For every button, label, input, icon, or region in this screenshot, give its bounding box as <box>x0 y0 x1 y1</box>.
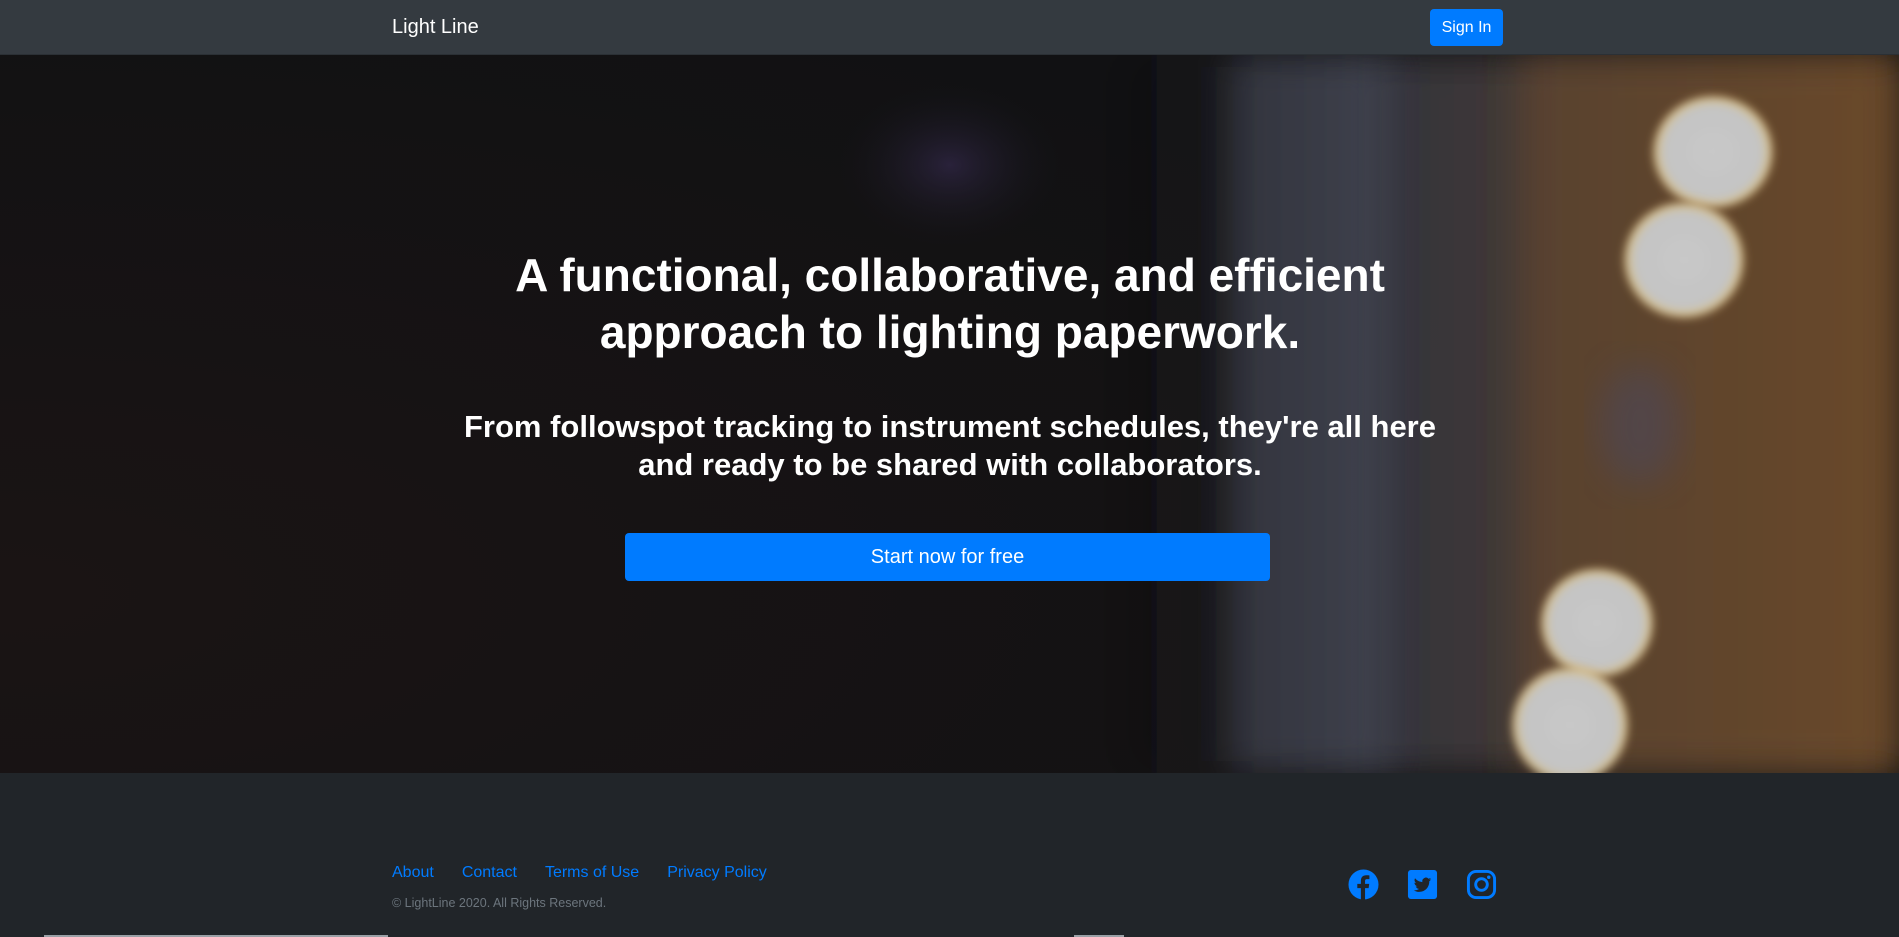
footer-link-about[interactable]: About <box>392 863 434 883</box>
hero-section: A functional, collaborative, and efficie… <box>0 55 1899 773</box>
facebook-icon <box>1348 869 1379 900</box>
twitter-icon <box>1407 869 1438 900</box>
footer-link-privacy[interactable]: Privacy Policy <box>667 863 767 883</box>
sign-in-button[interactable]: Sign In <box>1430 9 1503 46</box>
hero-title: A functional, collaborative, and efficie… <box>515 249 1385 358</box>
facebook-link[interactable] <box>1348 869 1379 900</box>
footer: About Contact Terms of Use Privacy Polic… <box>0 773 1899 937</box>
hero-content: A functional, collaborative, and efficie… <box>0 55 1899 773</box>
footer-link-terms[interactable]: Terms of Use <box>545 863 639 883</box>
social-links <box>1348 869 1497 900</box>
footer-link-contact[interactable]: Contact <box>462 863 517 883</box>
start-now-button[interactable]: Start now for free <box>625 533 1270 581</box>
navbar: Light Line Sign In <box>0 0 1899 55</box>
hero-subtitle: From followspot tracking to instrument s… <box>463 409 1436 482</box>
copyright-text: © LightLine 2020. All Rights Reserved. <box>392 896 607 910</box>
twitter-link[interactable] <box>1407 869 1438 900</box>
instagram-icon <box>1466 869 1497 900</box>
footer-links: About Contact Terms of Use Privacy Polic… <box>392 863 795 883</box>
instagram-link[interactable] <box>1466 869 1497 900</box>
brand-logo-link[interactable]: Light Line <box>392 15 479 39</box>
